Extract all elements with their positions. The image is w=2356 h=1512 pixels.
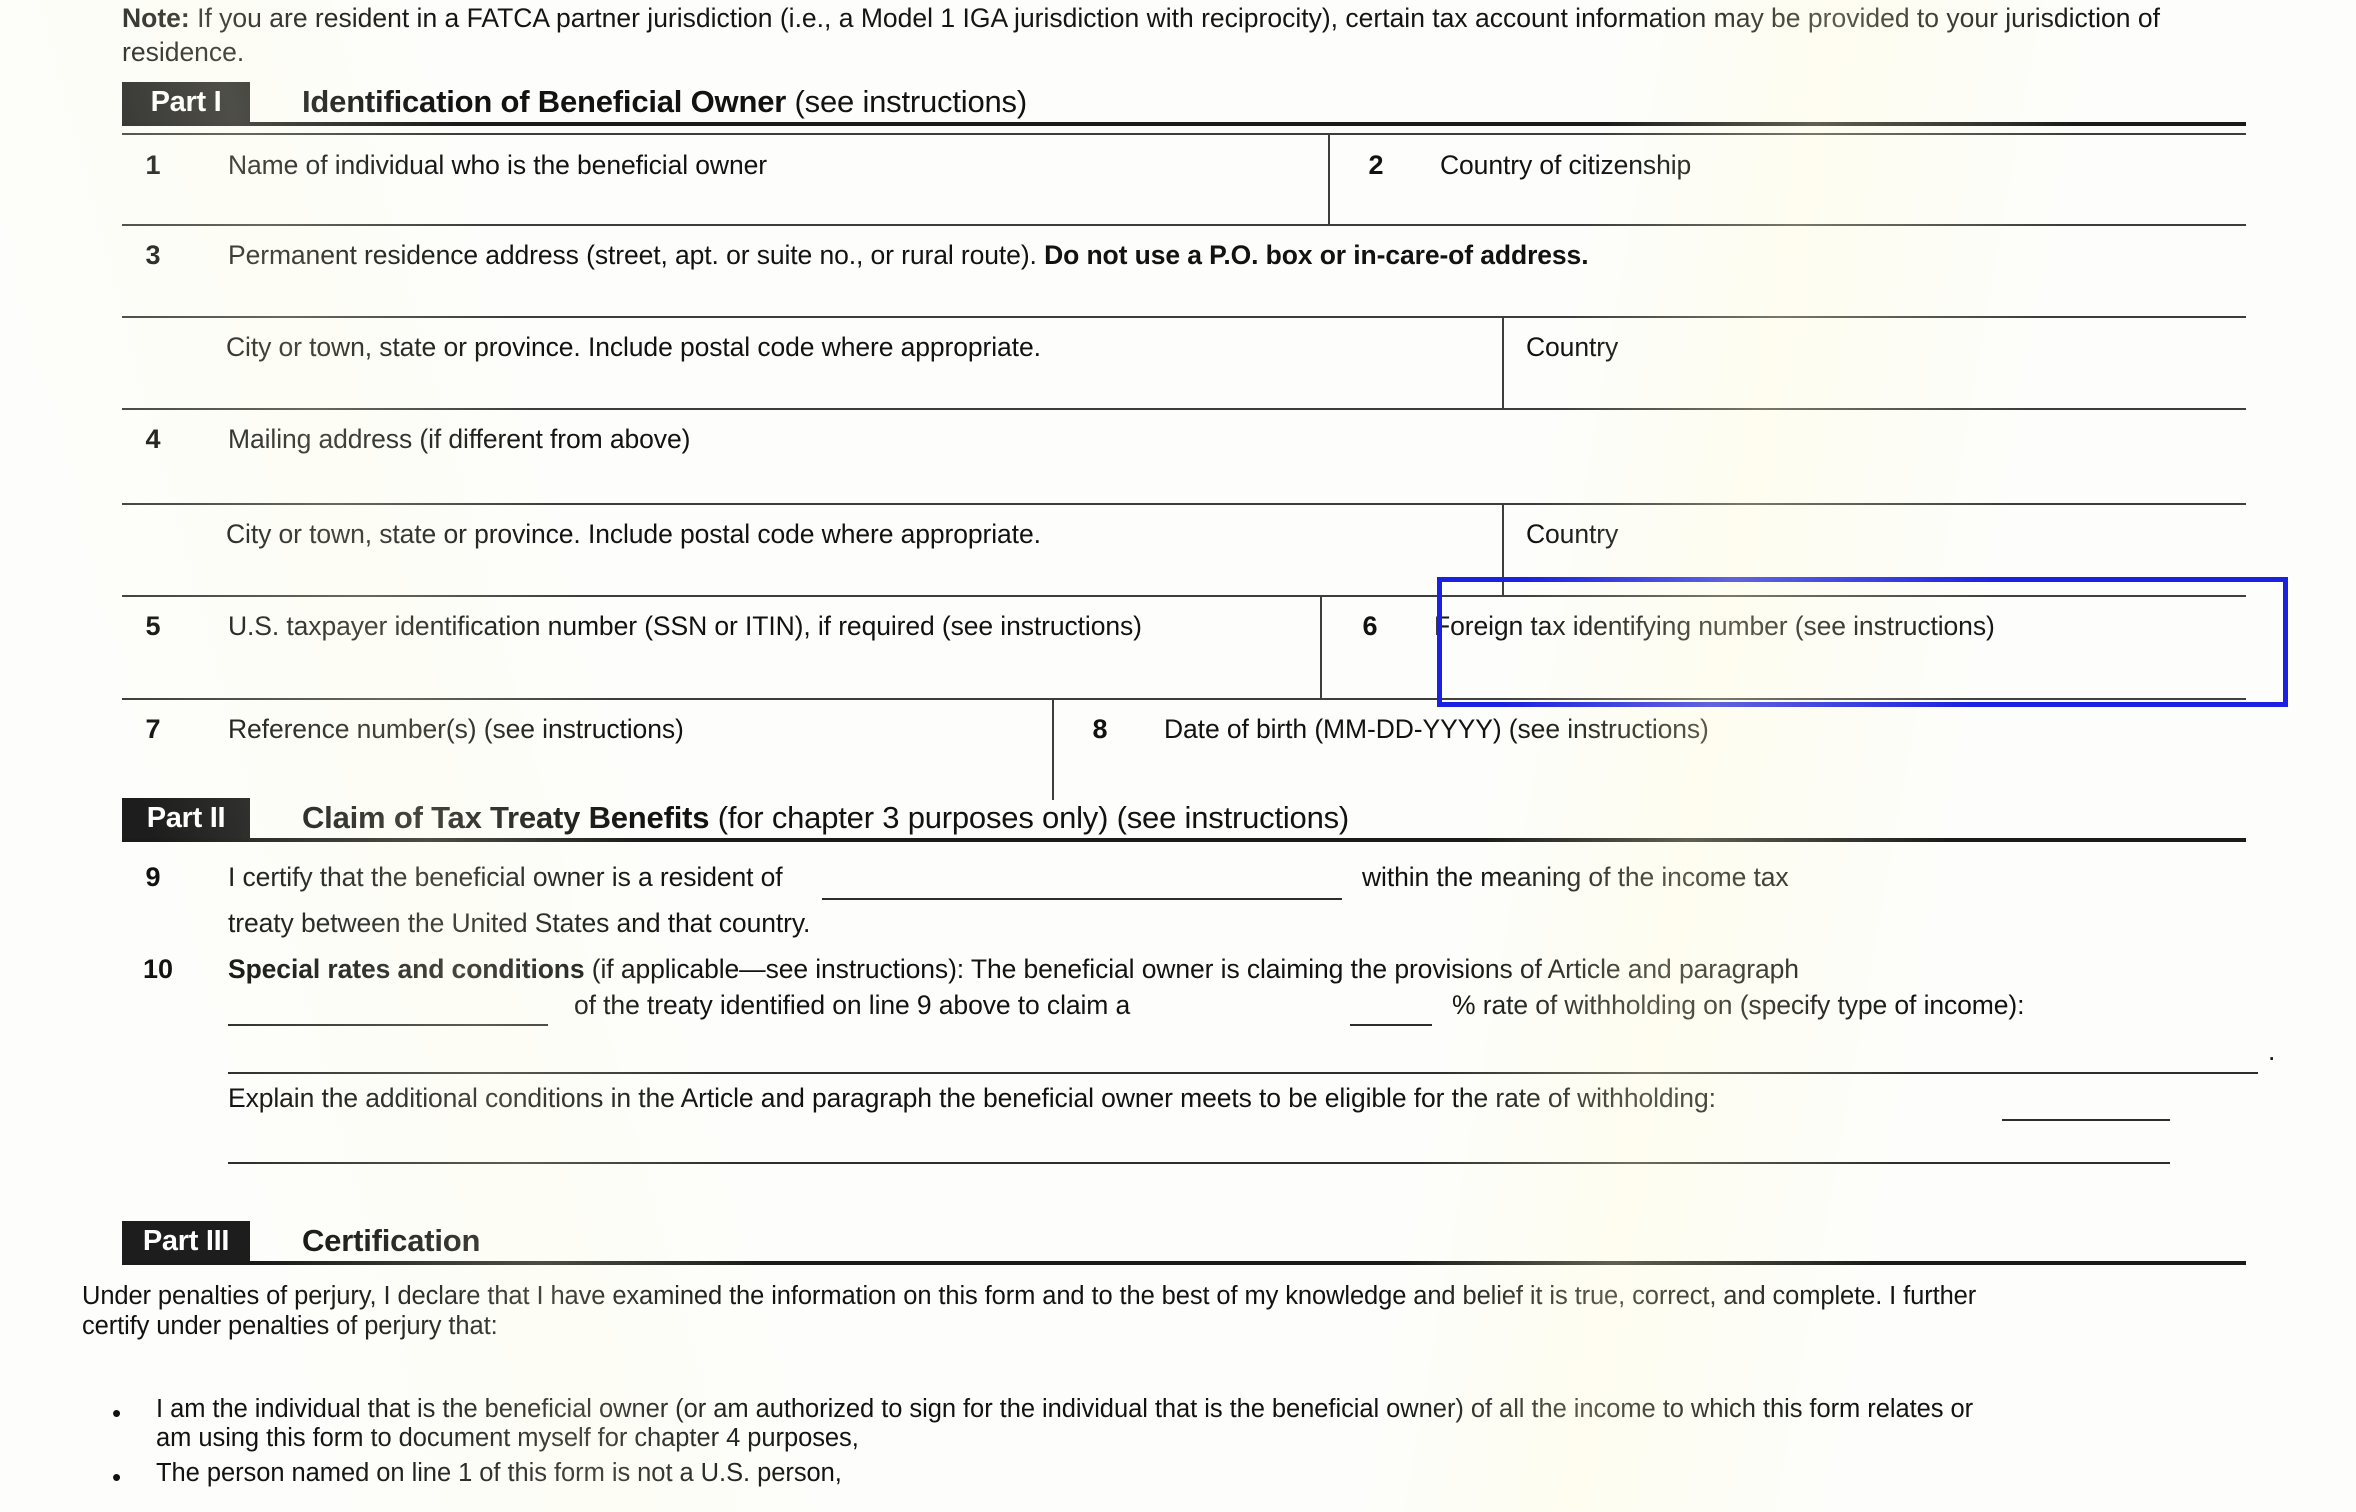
form-page: Note: If you are resident in a FATCA par…	[0, 0, 2356, 1512]
row-line-1-2[interactable]: 1 Name of individual who is the benefici…	[122, 133, 2246, 226]
line-9-text-a: I certify that the beneficial owner is a…	[228, 862, 783, 892]
line-5-label: U.S. taxpayer identification number (SSN…	[228, 611, 1142, 641]
part-3-tag: Part III	[122, 1221, 250, 1261]
line-9-country-input[interactable]	[822, 898, 1342, 900]
part-3-title-bold: Certification	[302, 1223, 481, 1258]
note-text: If you are resident in a FATCA partner j…	[122, 3, 2160, 68]
row-line-7-8[interactable]: 7 Reference number(s) (see instructions)…	[122, 698, 2246, 800]
part-1-title-bold: Identification of Beneficial Owner	[302, 84, 787, 119]
divider-line-7-8	[1052, 700, 1055, 800]
part-1-header: Part I Identification of Beneficial Owne…	[122, 82, 2246, 126]
line-10-text-d: Explain the additional conditions in the…	[228, 1083, 1716, 1113]
line-1-number: 1	[145, 150, 161, 180]
line-10-text-b: of the treaty identified on line 9 above…	[574, 990, 1131, 1020]
line-3-label: Permanent residence address (street, apt…	[228, 240, 1589, 271]
line-7-label: Reference number(s) (see instructions)	[228, 714, 684, 744]
bullet-1-line-2: am using this form to document myself fo…	[156, 1424, 859, 1452]
line-3-label-regular: Permanent residence address (street, apt…	[228, 240, 1045, 270]
part-2-title: Claim of Tax Treaty Benefits (for chapte…	[302, 798, 1349, 838]
part-1-title-regular: (see instructions)	[786, 84, 1028, 119]
bullet-glyph-icon: •	[112, 1398, 122, 1428]
line-4-label: Mailing address (if different from above…	[228, 424, 691, 454]
line-9-text-b: within the meaning of the income tax	[1362, 862, 1789, 892]
part-2-tag: Part II	[122, 798, 250, 838]
line-1-label: Name of individual who is the beneficial…	[228, 150, 767, 180]
line-3-city-label: City or town, state or province. Include…	[226, 332, 1041, 362]
row-line-4[interactable]: 4 Mailing address (if different from abo…	[122, 408, 2246, 503]
line-7-number: 7	[145, 714, 161, 744]
divider-line-1-2	[1328, 135, 1331, 226]
line-10-income-type-input[interactable]	[228, 1072, 2258, 1074]
part-1-title: Identification of Beneficial Owner (see …	[302, 82, 1027, 122]
line-10-number: 10	[142, 954, 174, 984]
line-9-number: 9	[145, 862, 161, 892]
line-4-number: 4	[145, 424, 161, 454]
line-9-text-c: treaty between the United States and tha…	[228, 908, 811, 938]
line-10-rate-input[interactable]	[1350, 1024, 1432, 1026]
line-3-country-label: Country	[1526, 332, 1619, 362]
note-label: Note:	[122, 3, 190, 33]
divider-line-3-country	[1502, 318, 1505, 410]
row-line-5-6[interactable]: 5 U.S. taxpayer identification number (S…	[122, 595, 2246, 700]
certification-intro-line-2: certify under penalties of perjury that:	[82, 1312, 498, 1340]
bullet-2-line-1: The person named on line 1 of this form …	[156, 1459, 842, 1487]
line-8-label: Date of birth (MM-DD-YYYY) (see instruct…	[1164, 714, 1709, 744]
line-3-label-bold: Do not use a P.O. box or in-care-of addr…	[1044, 240, 1589, 270]
fatca-note: Note: If you are resident in a FATCA par…	[122, 1, 2192, 70]
line-4-city-label: City or town, state or province. Include…	[226, 519, 1041, 549]
line-5-number: 5	[145, 611, 161, 641]
row-line-4-city[interactable]: City or town, state or province. Include…	[122, 503, 2246, 597]
line-6-label: Foreign tax identifying number (see inst…	[1434, 611, 1995, 641]
line-6-number: 6	[1362, 611, 1378, 641]
divider-line-4-country	[1502, 505, 1505, 597]
divider-line-5-6	[1320, 597, 1323, 700]
part-3-header: Part III Certification	[122, 1221, 2246, 1265]
line-10-text-c: % rate of withholding on (specify type o…	[1452, 990, 2025, 1020]
line-10-text-a: Special rates and conditions (if applica…	[228, 954, 1799, 985]
row-line-3[interactable]: 3 Permanent residence address (street, a…	[122, 224, 2246, 316]
part-2-header: Part II Claim of Tax Treaty Benefits (fo…	[122, 798, 2246, 842]
line-4-country-label: Country	[1526, 519, 1619, 549]
line-8-number: 8	[1092, 714, 1108, 744]
line-10-article-input[interactable]	[228, 1024, 548, 1026]
row-line-3-city[interactable]: City or town, state or province. Include…	[122, 316, 2246, 410]
part-2-title-regular: (for chapter 3 purposes only) (see instr…	[709, 800, 1350, 835]
line-2-label: Country of citizenship	[1440, 150, 1692, 180]
line-10-regular: (if applicable—see instructions): The be…	[584, 954, 1799, 984]
line-2-number: 2	[1368, 150, 1384, 180]
part-2-title-bold: Claim of Tax Treaty Benefits	[302, 800, 710, 835]
line-10-explain-input-b[interactable]	[228, 1162, 2170, 1164]
line-10-explain-input-a[interactable]	[2002, 1119, 2170, 1121]
line-10-period: .	[2268, 1036, 2276, 1066]
bullet-glyph-icon: •	[112, 1462, 122, 1492]
part-1-tag: Part I	[122, 82, 250, 122]
line-10-bold: Special rates and conditions	[228, 954, 585, 984]
part-3-title: Certification	[302, 1221, 480, 1261]
line-3-number: 3	[145, 240, 161, 270]
certification-intro-line-1: Under penalties of perjury, I declare th…	[82, 1282, 1977, 1310]
